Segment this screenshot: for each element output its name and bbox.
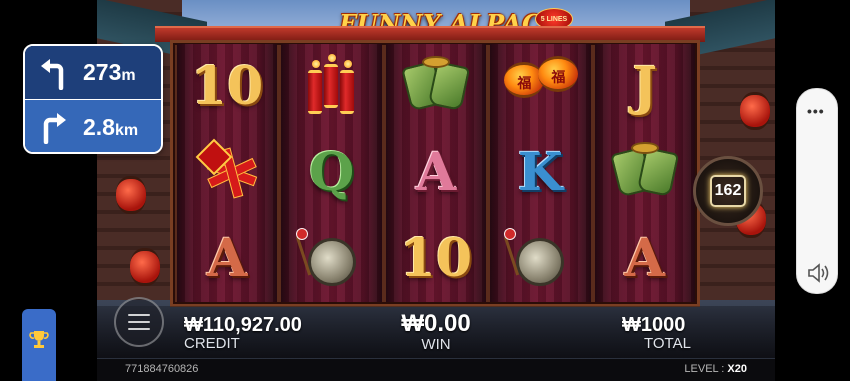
total-value: ₩1000 xyxy=(622,314,686,336)
side-panel: ••• xyxy=(796,88,838,294)
symbol-10: 10 xyxy=(399,228,473,289)
more-dots-icon[interactable]: ••• xyxy=(807,103,825,119)
side-lantern xyxy=(130,248,160,286)
symbol-cell: A xyxy=(177,216,277,302)
credit-value: ₩110,927.00 xyxy=(184,314,302,336)
side-lantern xyxy=(116,176,146,214)
reel-2: Q xyxy=(281,44,382,302)
nav-turn-1: 273m xyxy=(25,46,161,100)
firecrackers-icon xyxy=(292,52,372,122)
screen: FUNNY ALPACA 5 LINES 10 A Q A 10 福 福 K J… xyxy=(0,0,850,381)
symbol-cell: A xyxy=(595,216,695,302)
trophy-icon xyxy=(29,331,49,348)
hamburger-icon xyxy=(128,314,150,316)
trophy-button[interactable] xyxy=(22,309,56,381)
symbol-j: J xyxy=(632,56,658,117)
nav-turn-1-distance: 273m xyxy=(83,59,136,85)
symbol-cell xyxy=(281,44,381,130)
symbol-k: K xyxy=(517,142,563,203)
reels: 10 A Q A 10 福 福 K J A xyxy=(177,44,695,302)
navigation-widget[interactable]: 273m 2.8km xyxy=(23,44,163,154)
total-label: TOTAL xyxy=(644,335,691,352)
money-pouches-icon xyxy=(396,52,476,122)
win-display: ₩0.00 WIN xyxy=(396,310,476,353)
turn-left-arrow-icon xyxy=(41,58,64,90)
symbol-q: Q xyxy=(308,142,355,203)
level-indicator: LEVEL : X20 xyxy=(684,363,747,375)
gong-icon xyxy=(500,224,580,294)
footer: 771884760826 LEVEL : X20 xyxy=(97,359,775,381)
symbol-cell: A xyxy=(386,130,486,216)
symbol-cell: 福 福 xyxy=(490,44,590,130)
money-pouches-icon xyxy=(605,138,685,208)
spin-counter-button[interactable]: 162 xyxy=(693,156,763,226)
level-value: X20 xyxy=(727,363,747,375)
side-lantern xyxy=(740,92,770,130)
symbol-cell: J xyxy=(595,44,695,130)
total-bet-display[interactable]: ₩1000 TOTAL xyxy=(622,314,691,352)
nav-turn-2-distance: 2.8km xyxy=(83,113,139,140)
level-label: LEVEL : xyxy=(684,363,728,375)
reel-5: J A xyxy=(594,44,695,302)
symbol-a: A xyxy=(624,228,665,289)
symbol-cell xyxy=(386,44,486,130)
win-value: ₩0.00 xyxy=(401,310,471,337)
reel-4: 福 福 K xyxy=(490,44,591,302)
reel-1: 10 A xyxy=(177,44,278,302)
symbol-cell: 10 xyxy=(177,44,277,130)
game-id: 771884760826 xyxy=(125,363,199,375)
symbol-cell: Q xyxy=(281,130,381,216)
credit-label: CREDIT xyxy=(184,335,240,352)
symbol-10: 10 xyxy=(191,56,264,117)
credit-display: ₩110,927.00 CREDIT xyxy=(184,314,302,352)
symbol-a: A xyxy=(207,228,248,289)
lantern-char: 福 xyxy=(551,69,566,85)
firecracker-bundle-icon xyxy=(187,138,267,208)
symbol-cell xyxy=(281,216,381,302)
reel-3: A 10 xyxy=(385,44,487,302)
sound-icon[interactable] xyxy=(805,261,831,285)
menu-button[interactable] xyxy=(114,297,164,347)
spin-counter-value: 162 xyxy=(710,175,746,207)
symbol-cell: K xyxy=(490,130,590,216)
nav-turn-2: 2.8km xyxy=(25,100,161,152)
symbol-cell xyxy=(177,130,277,216)
symbol-cell xyxy=(595,130,695,216)
symbol-a: A xyxy=(415,142,457,203)
win-label: WIN xyxy=(421,336,451,353)
turn-right-arrow-icon xyxy=(43,113,66,144)
gong-icon xyxy=(292,224,372,294)
symbol-cell: 10 xyxy=(386,216,486,302)
symbol-cell xyxy=(490,216,590,302)
lanterns-icon: 福 福 xyxy=(500,52,580,122)
